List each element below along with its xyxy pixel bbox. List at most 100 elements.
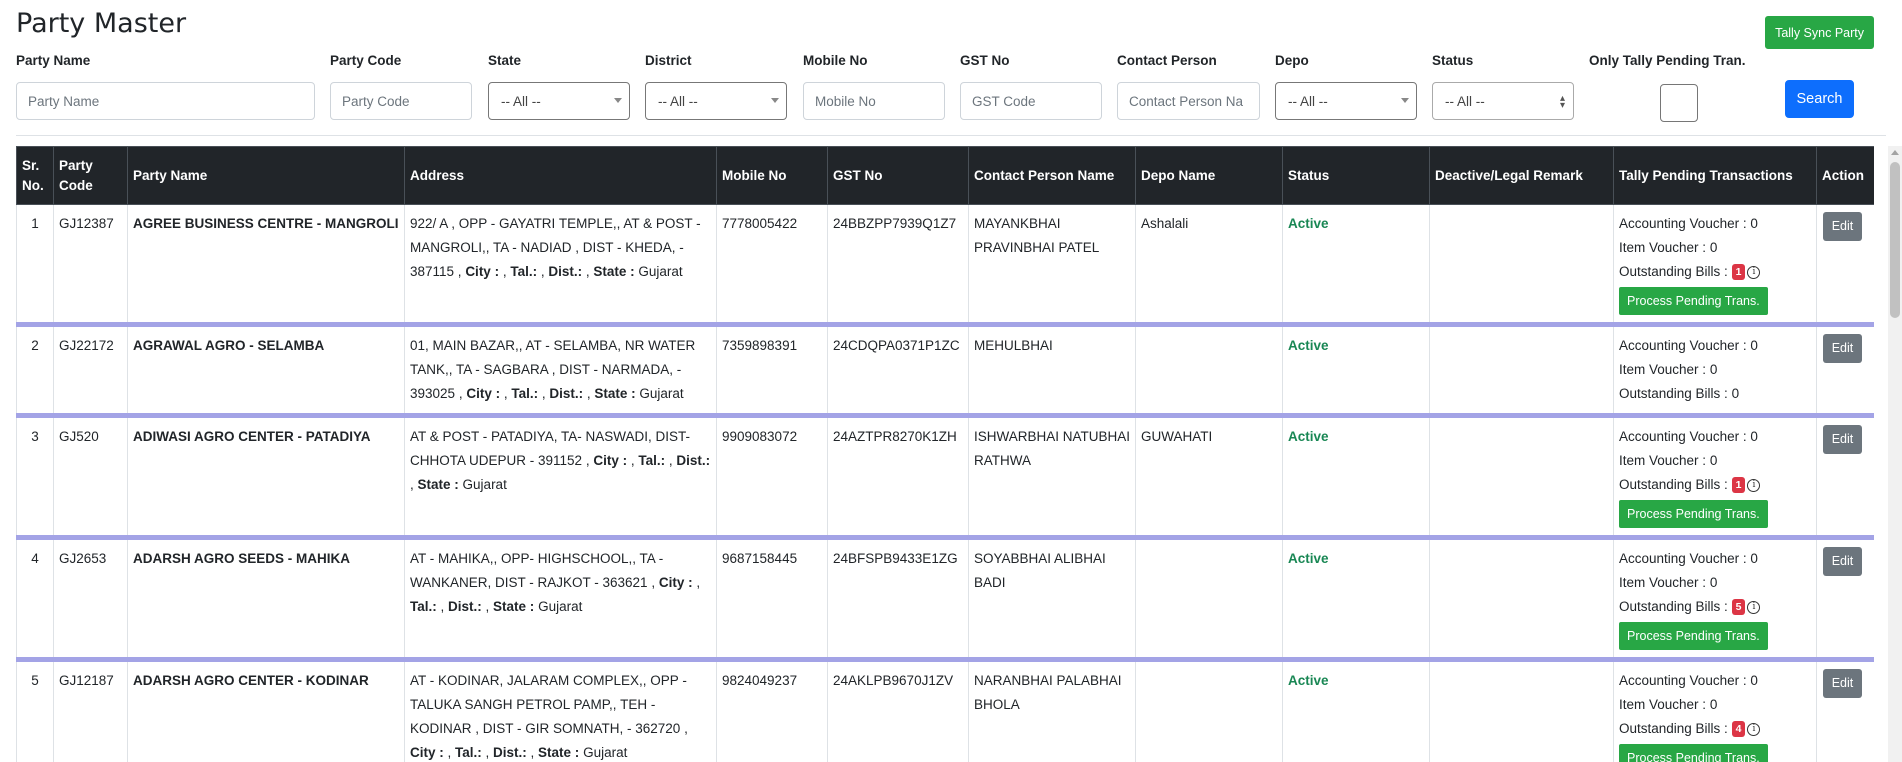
mobile-no-label: Mobile No [803, 53, 868, 68]
only-tally-pending-label: Only Tally Pending Tran. [1589, 53, 1746, 68]
item-voucher-label: Item Voucher : [1619, 240, 1707, 255]
cell-action: Edit [1816, 537, 1874, 662]
tal-label: Tal.: [510, 264, 538, 279]
cell-remark [1429, 324, 1614, 418]
cell-remark [1429, 659, 1614, 762]
outstanding-bills-label: Outstanding Bills : [1619, 599, 1728, 614]
party-code-input[interactable]: Party Code [330, 82, 472, 120]
scrollbar-thumb[interactable] [1890, 162, 1900, 318]
cell-mobile-no: 9687158445 [716, 537, 828, 662]
accounting-voucher-count: 0 [1750, 551, 1758, 566]
accounting-voucher-line: Accounting Voucher : 0 [1619, 425, 1811, 449]
gst-no-input[interactable]: GST Code [960, 82, 1102, 120]
search-button[interactable]: Search [1785, 80, 1854, 118]
process-pending-button[interactable]: Process Pending Trans. [1619, 622, 1768, 650]
cell-party-name: AGREE BUSINESS CENTRE - MANGROLI [127, 204, 405, 327]
item-voucher-line: Item Voucher : 0 [1619, 571, 1811, 595]
cell-contact-person: MAYANKBHAI PRAVINBHAI PATEL [968, 204, 1136, 327]
state-select[interactable]: -- All -- [488, 82, 630, 120]
outstanding-bills-label: Outstanding Bills : [1619, 264, 1728, 279]
edit-button[interactable]: Edit [1823, 334, 1862, 363]
district-select[interactable]: -- All -- [645, 82, 787, 120]
outstanding-bills-badge: 4 [1731, 721, 1746, 738]
item-voucher-label: Item Voucher : [1619, 362, 1707, 377]
outstanding-bills-count: 0 [1731, 386, 1740, 401]
cell-tally-pending: Accounting Voucher : 0 Item Voucher : 0 Ou… [1613, 537, 1817, 662]
filter-only-tally-pending: Only Tally Pending Tran. [1589, 52, 1779, 122]
cell-mobile-no: 9824049237 [716, 659, 828, 762]
cell-party-name: ADIWASI AGRO CENTER - PATADIYA [127, 415, 405, 540]
edit-button[interactable]: Edit [1823, 547, 1862, 576]
outstanding-bills-label: Outstanding Bills : [1619, 477, 1728, 492]
cell-remark [1429, 415, 1614, 540]
accounting-voucher-label: Accounting Voucher : [1619, 338, 1747, 353]
cell-status: Active [1282, 415, 1430, 540]
depo-select[interactable]: -- All -- [1275, 82, 1417, 120]
item-voucher-line: Item Voucher : 0 [1619, 449, 1811, 473]
dist-label: Dist.: [676, 453, 711, 468]
edit-button[interactable]: Edit [1823, 669, 1862, 698]
chevron-down-icon [771, 98, 779, 103]
tally-sync-party-button[interactable]: Tally Sync Party [1765, 16, 1874, 49]
address-text: AT - MAHIKA,, OPP- HIGHSCHOOL,, TA - WAN… [410, 551, 664, 590]
filter-party-code: Party Code Party Code [330, 52, 472, 120]
outstanding-bills-line: Outstanding Bills : 4i [1619, 717, 1811, 741]
cell-mobile-no: 7359898391 [716, 324, 828, 418]
accounting-voucher-label: Accounting Voucher : [1619, 551, 1747, 566]
cell-address: 01, MAIN BAZAR,, AT - SELAMBA, NR WATER … [404, 324, 717, 418]
info-icon[interactable]: i [1747, 600, 1761, 614]
state-value: Gujarat [538, 599, 583, 614]
tal-label: Tal.: [638, 453, 666, 468]
cell-sr-no: 5 [16, 659, 54, 762]
cell-remark [1429, 537, 1614, 662]
col-sr-no: Sr. No. [16, 146, 54, 205]
scroll-up-icon[interactable] [1891, 150, 1899, 155]
process-pending-button[interactable]: Process Pending Trans. [1619, 500, 1768, 528]
only-tally-pending-checkbox[interactable] [1660, 84, 1698, 122]
mobile-no-input[interactable]: Mobile No [803, 82, 945, 120]
cell-tally-pending: Accounting Voucher : 0 Item Voucher : 0 Ou… [1613, 659, 1817, 762]
accounting-voucher-count: 0 [1750, 673, 1758, 688]
col-status: Status [1282, 146, 1430, 205]
cell-gst-no: 24CDQPA0371P1ZC [827, 324, 969, 418]
cell-remark [1429, 204, 1614, 327]
filter-state: State -- All -- [488, 52, 630, 120]
edit-button[interactable]: Edit [1823, 425, 1862, 454]
status-select[interactable]: -- All -- ▴ ▾ [1432, 82, 1574, 120]
info-icon[interactable]: i [1747, 265, 1761, 279]
cell-mobile-no: 9909083072 [716, 415, 828, 540]
cell-sr-no: 1 [16, 204, 54, 327]
cell-action: Edit [1816, 415, 1874, 540]
cell-party-code: GJ2653 [53, 537, 128, 662]
cell-status: Active [1282, 659, 1430, 762]
district-select-value: -- All -- [658, 93, 698, 109]
party-name-input[interactable]: Party Name [16, 82, 315, 120]
edit-button[interactable]: Edit [1823, 212, 1862, 241]
state-label: State : [538, 745, 580, 760]
table-row: 4 GJ2653 ADARSH AGRO SEEDS - MAHIKA AT - MA… [16, 537, 1874, 662]
accounting-voucher-label: Accounting Voucher : [1619, 429, 1747, 444]
process-pending-button[interactable]: Process Pending Trans. [1619, 287, 1768, 315]
state-label: State : [594, 386, 636, 401]
col-gst-no: GST No [827, 146, 969, 205]
cell-party-code: GJ12187 [53, 659, 128, 762]
item-voucher-line: Item Voucher : 0 [1619, 693, 1811, 717]
col-party-code: Party Code [53, 146, 128, 205]
party-table-container: Sr. No. Party Code Party Name Address Mo… [16, 146, 1874, 762]
party-name-label: Party Name [16, 53, 91, 68]
contact-person-label: Contact Person [1117, 53, 1217, 68]
address-text: AT - KODINAR, JALARAM COMPLEX,, OPP - TA… [410, 673, 687, 736]
item-voucher-label: Item Voucher : [1619, 697, 1707, 712]
contact-person-input[interactable]: Contact Person Na [1117, 82, 1260, 120]
state-value: Gujarat [462, 477, 507, 492]
info-icon[interactable]: i [1747, 722, 1761, 736]
filter-district: District -- All -- [645, 52, 787, 120]
dist-label: Dist.: [549, 386, 584, 401]
process-pending-button[interactable]: Process Pending Trans. [1619, 744, 1768, 762]
cell-party-code: GJ520 [53, 415, 128, 540]
depo-select-value: -- All -- [1288, 93, 1328, 109]
filter-bar: Party Name Party Name Party Code Party C… [0, 52, 1902, 122]
state-select-value: -- All -- [501, 93, 541, 109]
city-label: City : [410, 745, 444, 760]
info-icon[interactable]: i [1747, 478, 1761, 492]
